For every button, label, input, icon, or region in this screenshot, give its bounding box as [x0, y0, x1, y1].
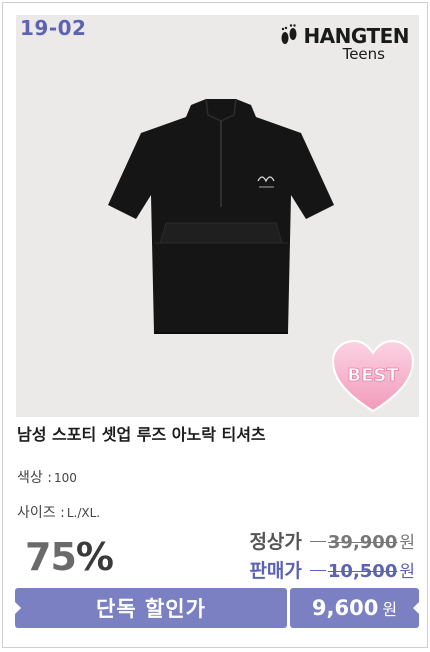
- notch-right: [413, 601, 420, 615]
- exclusive-price-box[interactable]: 9,600 원: [290, 588, 420, 628]
- color-option: 색상 :100: [17, 467, 77, 487]
- sale-price-row: 판매가 10,500 원: [249, 556, 415, 583]
- size-value: L./XL.: [66, 506, 101, 520]
- exclusive-label-box[interactable]: 단독 할인가: [14, 588, 287, 628]
- shirt-image: [108, 98, 334, 334]
- footprints-logo-icon: [281, 24, 297, 44]
- product-code: 19-02: [20, 16, 87, 40]
- discount-unit: %: [75, 535, 114, 579]
- sale-price-label: 판매가: [249, 560, 302, 582]
- size-label: 사이즈 :: [17, 505, 65, 521]
- regular-price-currency: 원: [399, 533, 415, 553]
- heart-best-badge-icon: BEST: [331, 339, 415, 413]
- notch-left: [14, 601, 21, 615]
- exclusive-price-currency: 원: [382, 600, 398, 619]
- product-card[interactable]: 19-02 HANGTEN Teens BEST 남성 스포티 셋업 루즈 아노…: [2, 2, 428, 648]
- regular-price-value: 39,900: [327, 532, 398, 553]
- product-title[interactable]: 남성 스포티 셋업 루즈 아노락 티셔츠: [17, 421, 266, 445]
- product-image-area[interactable]: 19-02 HANGTEN Teens BEST: [16, 15, 419, 417]
- color-label: 색상 :: [17, 470, 52, 486]
- strike-dash: [309, 570, 326, 571]
- discount-rate: 75%: [25, 535, 114, 579]
- sale-price-value: 10,500: [327, 561, 398, 582]
- size-option: 사이즈 : L./XL.: [17, 502, 100, 522]
- regular-price-row: 정상가 39,900 원: [249, 527, 415, 554]
- exclusive-label: 단독 할인가: [96, 597, 206, 621]
- color-value: 100: [53, 471, 77, 485]
- strike-dash: [309, 541, 326, 542]
- sale-price-currency: 원: [399, 562, 415, 582]
- exclusive-price-value: 9,600: [311, 596, 379, 620]
- regular-price-label: 정상가: [249, 531, 302, 553]
- exclusive-price-banner[interactable]: 단독 할인가 9,600 원: [14, 588, 420, 628]
- discount-value: 75: [25, 535, 77, 579]
- best-badge-text: BEST: [347, 365, 399, 386]
- brand-logo: HANGTEN Teens: [279, 24, 409, 63]
